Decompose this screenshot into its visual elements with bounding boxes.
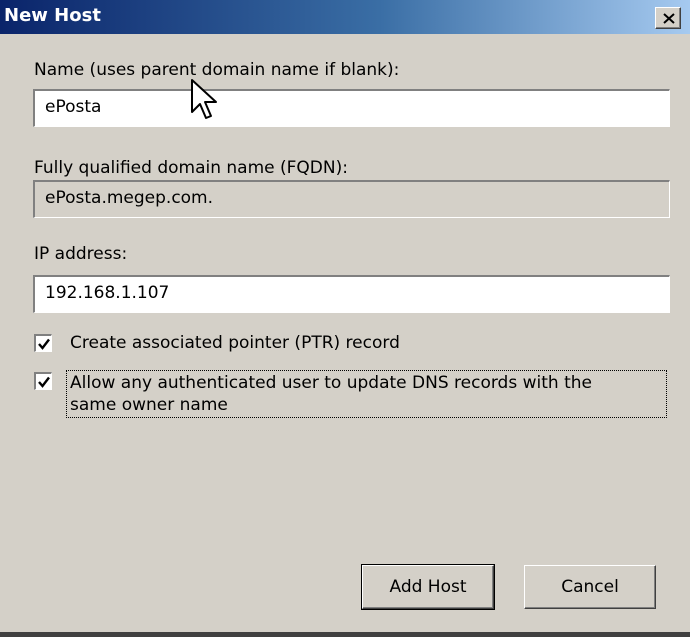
ip-address-value: 192.168.1.107 <box>45 283 170 303</box>
checkmark-icon <box>38 376 50 388</box>
allow-update-label[interactable]: Allow any authenticated user to update D… <box>66 370 667 418</box>
new-host-dialog: New Host Name (uses parent domain name i… <box>0 0 690 637</box>
ip-address-input[interactable]: 192.168.1.107 <box>33 275 670 313</box>
name-input[interactable]: ePosta <box>33 89 670 127</box>
close-button[interactable] <box>655 7 681 29</box>
window-bottom-edge <box>0 632 690 637</box>
add-host-button[interactable]: Add Host <box>361 564 495 610</box>
checkmark-icon <box>38 338 50 350</box>
title-bar: New Host <box>0 0 690 34</box>
ip-label: IP address: <box>34 244 128 264</box>
allow-update-label-line2: same owner name <box>70 395 228 415</box>
dialog-title: New Host <box>4 5 101 26</box>
close-icon <box>663 13 675 24</box>
cancel-button[interactable]: Cancel <box>524 565 656 609</box>
name-input-value: ePosta <box>45 97 102 117</box>
fqdn-label: Fully qualified domain name (FQDN): <box>34 158 348 178</box>
name-label: Name (uses parent domain name if blank): <box>34 60 400 80</box>
fqdn-value: ePosta.megep.com. <box>45 188 214 208</box>
allow-update-checkbox[interactable] <box>34 372 52 390</box>
mouse-pointer-icon <box>191 79 217 119</box>
ptr-checkbox-label[interactable]: Create associated pointer (PTR) record <box>70 334 400 352</box>
fqdn-field: ePosta.megep.com. <box>33 180 670 218</box>
allow-update-label-line1: Allow any authenticated user to update D… <box>70 373 592 393</box>
ptr-checkbox[interactable] <box>34 334 52 352</box>
